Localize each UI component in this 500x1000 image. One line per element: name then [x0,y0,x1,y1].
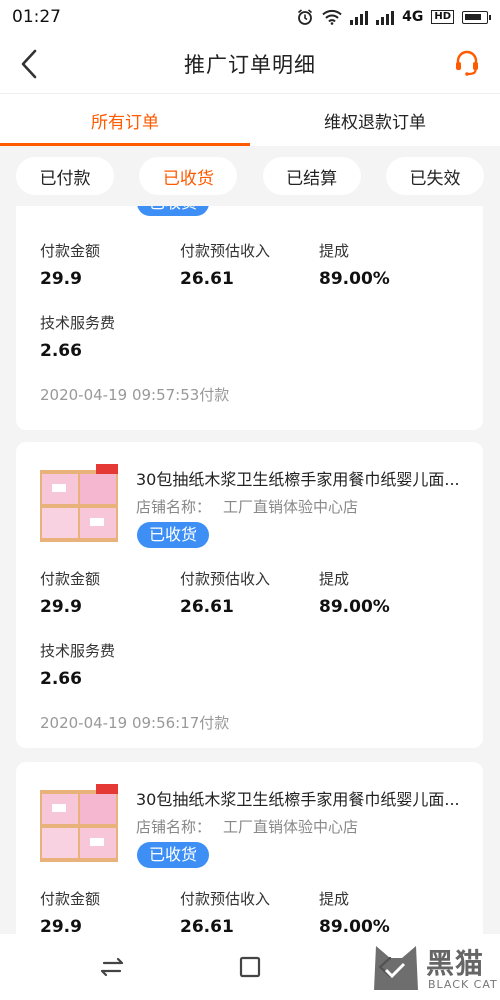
pay-amount-label: 付款金额 [40,242,101,260]
commission: 提成 89.00% [319,568,390,617]
pay-amount-value: 29.9 [40,269,82,289]
estimated-income: 付款预估收入 26.61 [180,240,270,289]
status-badge: 已收货 [137,522,210,548]
order-list[interactable]: 已收货 付款金额 29.9 付款预估收入 26.61 提成 89.00% 技术服… [0,206,500,934]
product-row: 30包抽纸木浆卫生纸檫手家用餐巾纸婴儿面... 店铺名称： 工厂直销体验中心店 [38,782,468,872]
product-thumbnail [40,464,118,542]
home-square-icon[interactable] [234,952,266,982]
product-row: 30包抽纸木浆卫生纸檫手家用餐巾纸婴儿面... 店铺名称： 工厂直销体验中心店 [38,462,468,552]
customer-service-button[interactable] [452,48,482,78]
payment-time: 2020-04-19 09:56:17付款 [40,714,230,732]
alarm-icon [298,9,313,25]
filter-settled[interactable]: 已结算 [262,157,361,195]
commission-label: 提成 [319,242,350,260]
estimated-income-value: 26.61 [180,269,234,289]
commission: 提成 89.00% [319,240,390,289]
status-icons: 4G HD [296,8,491,26]
estimated-income-value: 26.61 [180,597,234,617]
order-card[interactable]: 30包抽纸木浆卫生纸檫手家用餐巾纸婴儿面... 店铺名称： 工厂直销体验中心店 已… [16,762,483,934]
headset-icon [456,50,478,76]
menu-switch-icon[interactable] [96,952,128,982]
shop-label: 店铺名称： [136,818,212,836]
shop-name: 工厂直销体验中心店 [223,498,359,516]
battery-icon [462,10,491,24]
commission-value: 89.00% [319,917,390,934]
black-cat-logo-icon [374,946,418,990]
shop-info: 店铺名称： 工厂直销体验中心店 [136,816,358,837]
pay-amount-value: 29.9 [40,917,82,934]
service-fee: 技术服务费 2.66 [40,640,115,689]
tab-all-orders[interactable]: 所有订单 [0,94,250,146]
product-name: 30包抽纸木浆卫生纸檫手家用餐巾纸婴儿面... [136,790,460,809]
network-type: 4G [402,9,424,25]
signal-icon [350,9,369,25]
estimated-income-label: 付款预估收入 [180,242,271,260]
estimated-income-value: 26.61 [180,917,234,934]
pay-amount: 付款金额 29.9 [40,888,100,934]
service-fee-value: 2.66 [40,669,82,689]
status-bar: 01:27 4G HD [0,0,500,34]
pay-amount: 付款金额 29.9 [40,240,100,289]
order-card[interactable]: 30包抽纸木浆卫生纸檫手家用餐巾纸婴儿面... 店铺名称： 工厂直销体验中心店 已… [16,442,483,748]
watermark-subtext: BLACK CAT [428,978,498,991]
tab-refund-orders[interactable]: 维权退款订单 [250,94,500,146]
hd-badge: HD [431,10,454,24]
status-badge: 已收货 [137,842,210,868]
watermark-text: 黑猫 [426,947,485,980]
status-time: 01:27 [12,7,61,27]
product-thumbnail [38,206,120,208]
estimated-income-label: 付款预估收入 [180,890,271,908]
page-title: 推广订单明细 [184,52,316,77]
estimated-income: 付款预估收入 26.61 [180,888,270,934]
watermark: 黑猫 BLACK CAT [368,940,498,998]
service-fee-value: 2.66 [40,341,82,361]
signal-icon-2 [376,9,395,25]
wifi-icon [322,9,342,25]
filter-received[interactable]: 已收货 [139,157,238,195]
status-badge: 已收货 [137,206,210,216]
filter-invalid[interactable]: 已失效 [385,157,484,195]
shop-label: 店铺名称： [136,498,212,516]
pay-amount-label: 付款金额 [40,570,101,588]
estimated-income: 付款预估收入 26.61 [180,568,270,617]
back-button[interactable] [14,48,44,80]
service-fee: 技术服务费 2.66 [40,312,115,361]
status-filters: 已付款 已收货 已结算 已失效 [0,146,500,206]
pay-amount-value: 29.9 [40,597,82,617]
commission-value: 89.00% [319,597,390,617]
payment-time: 2020-04-19 09:57:53付款 [40,386,230,404]
shop-name: 工厂直销体验中心店 [223,818,359,836]
back-arrow-icon [21,49,37,79]
commission-label: 提成 [319,890,350,908]
shop-info: 店铺名称： 工厂直销体验中心店 [136,496,358,517]
order-tabs: 所有订单 维权退款订单 [0,94,500,146]
service-fee-label: 技术服务费 [40,314,116,332]
service-fee-label: 技术服务费 [40,642,116,660]
commission-label: 提成 [319,570,350,588]
commission-value: 89.00% [319,269,390,289]
top-app-bar: 推广订单明细 [0,34,500,94]
estimated-income-label: 付款预估收入 [180,570,271,588]
filter-paid[interactable]: 已付款 [16,157,114,195]
order-card[interactable]: 已收货 付款金额 29.9 付款预估收入 26.61 提成 89.00% 技术服… [16,206,483,430]
pay-amount-label: 付款金额 [40,890,101,908]
product-thumbnail [40,784,118,862]
commission: 提成 89.00% [319,888,390,934]
product-name: 30包抽纸木浆卫生纸檫手家用餐巾纸婴儿面... [136,470,460,489]
pay-amount: 付款金额 29.9 [40,568,100,617]
